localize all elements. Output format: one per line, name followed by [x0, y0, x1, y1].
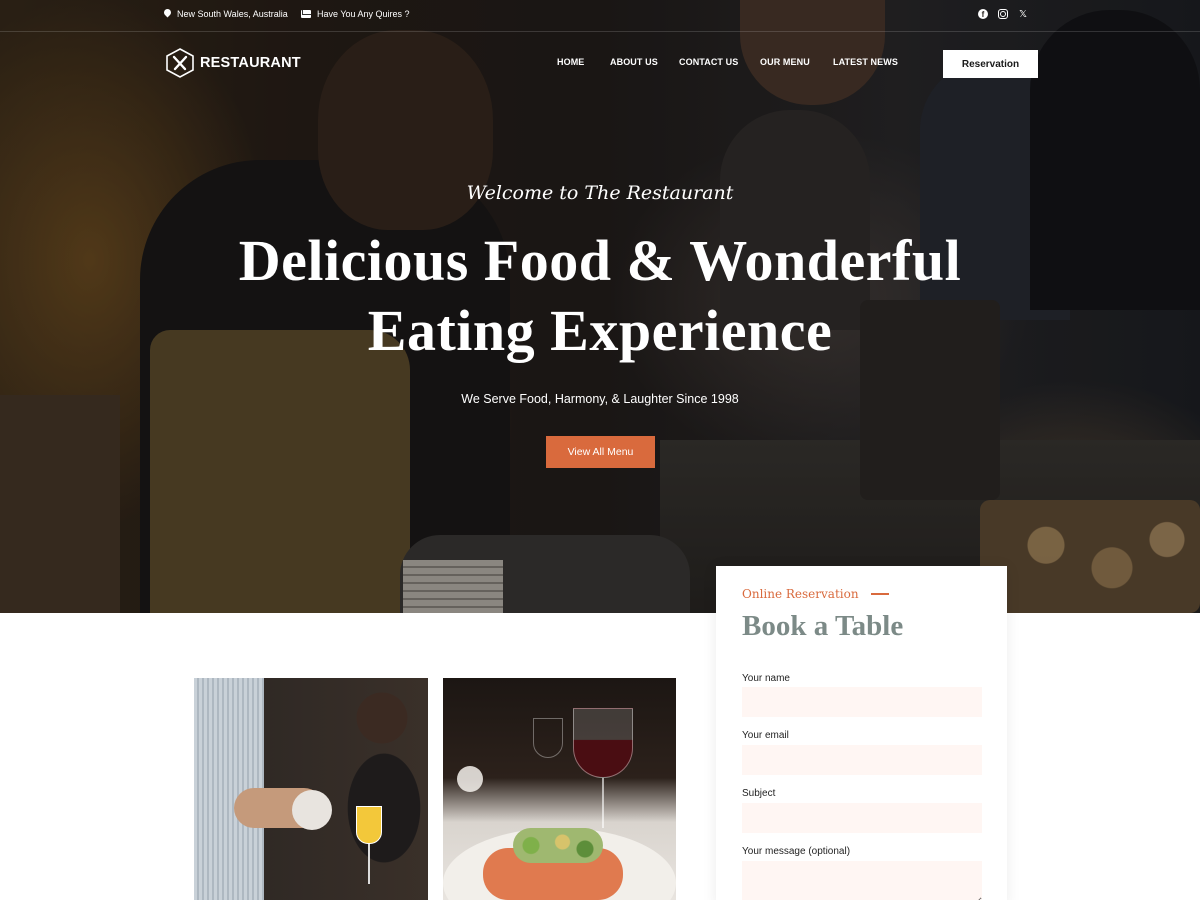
social-links: f 𝕏 [978, 9, 1028, 20]
wine-glass-stem [602, 778, 604, 828]
pouring-drink-photo [194, 678, 428, 900]
location-pin-icon [164, 9, 171, 19]
nav-contact-us[interactable]: CONTACT US [679, 57, 738, 67]
vegetable-topping [513, 828, 603, 863]
booking-kicker: Online Reservation [742, 587, 889, 601]
booking-kicker-text: Online Reservation [742, 587, 859, 601]
message-field[interactable] [742, 861, 982, 900]
champagne-glass [356, 806, 382, 844]
reservation-button[interactable]: Reservation [943, 50, 1038, 78]
email-info[interactable]: Have You Any Quires ? [301, 9, 410, 19]
name-label: Your name [742, 673, 790, 684]
utensils-logo-icon [166, 48, 194, 78]
booking-card: Online Reservation Book a Table Your nam… [716, 566, 1007, 900]
nav-home[interactable]: HOME [557, 57, 584, 67]
instagram-icon[interactable] [998, 9, 1008, 19]
subject-label: Subject [742, 788, 776, 799]
wine-glass [573, 708, 633, 778]
salmon-dish-photo [443, 678, 676, 900]
email-text[interactable]: Have You Any Quires ? [317, 9, 410, 19]
nav-about-us[interactable]: ABOUT US [610, 57, 658, 67]
ceramic-jug [292, 790, 332, 830]
site-logo[interactable]: RESTAURANT [166, 48, 301, 78]
hero-subline: We Serve Food, Harmony, & Laughter Since… [461, 392, 739, 406]
kicker-divider [870, 593, 889, 595]
nav-latest-news[interactable]: LATEST NEWS [833, 57, 898, 67]
email-field[interactable] [742, 745, 982, 775]
hero-headline: Delicious Food & Wonderful Eating Experi… [238, 228, 962, 363]
envelope-icon [301, 10, 311, 18]
email-label: Your email [742, 730, 789, 741]
glass-stem [368, 844, 370, 884]
booking-title: Book a Table [742, 610, 904, 642]
message-label: Your message (optional) [742, 846, 851, 857]
water-glass [533, 718, 563, 758]
hero-kicker: Welcome to The Restaurant [466, 182, 734, 204]
name-field[interactable] [742, 687, 982, 717]
table-flower [457, 766, 483, 792]
hero-banner: New South Wales, Australia Have You Any … [0, 0, 1200, 613]
facebook-icon[interactable]: f [978, 9, 988, 19]
top-info-bar: New South Wales, Australia Have You Any … [0, 0, 1200, 32]
location-info: New South Wales, Australia [164, 9, 288, 19]
nav-our-menu[interactable]: OUR MENU [760, 57, 810, 67]
view-menu-button[interactable]: View All Menu [546, 436, 655, 468]
subject-field[interactable] [742, 803, 982, 833]
logo-text: RESTAURANT [200, 55, 301, 71]
location-text: New South Wales, Australia [177, 9, 288, 19]
x-icon[interactable]: 𝕏 [1018, 9, 1028, 20]
